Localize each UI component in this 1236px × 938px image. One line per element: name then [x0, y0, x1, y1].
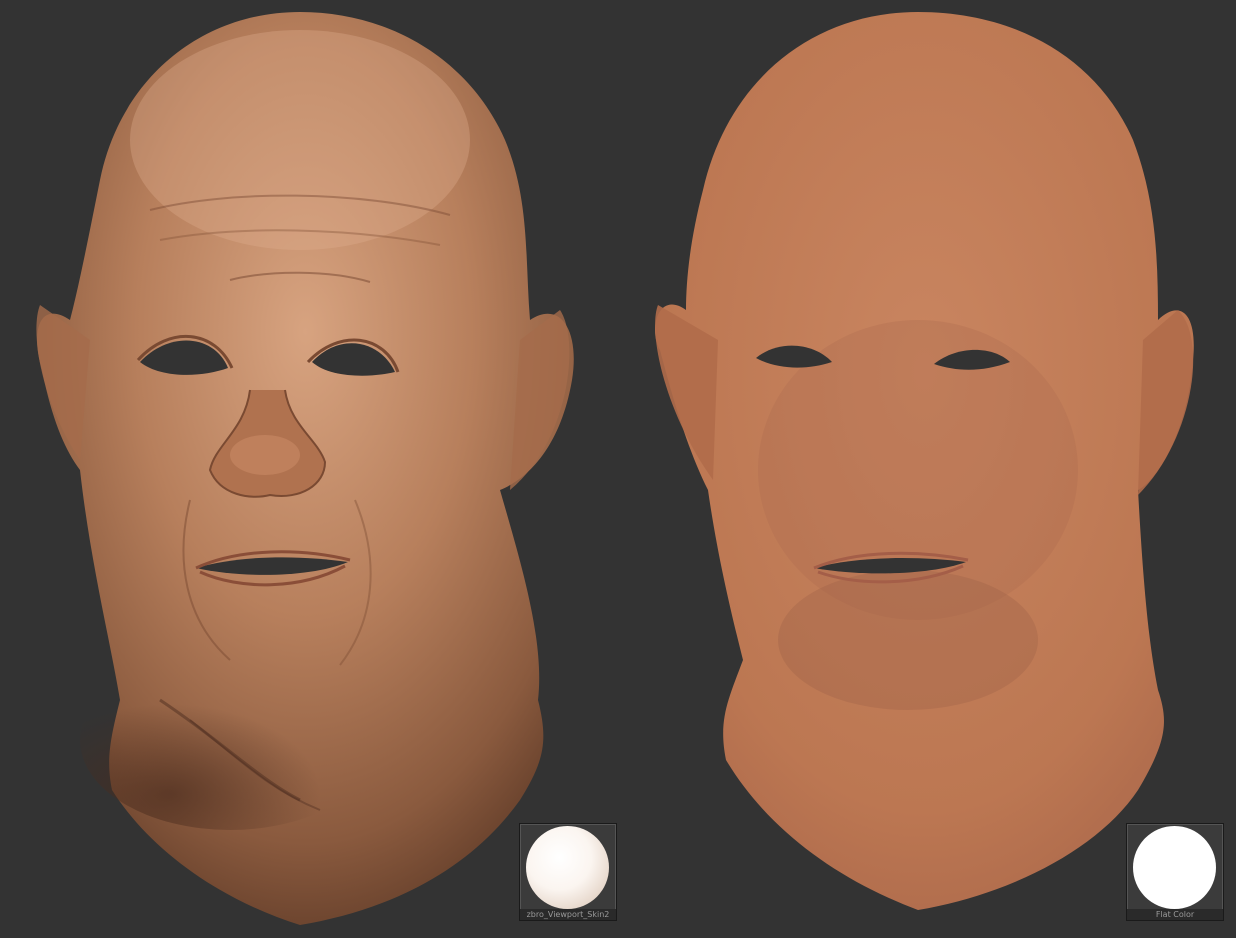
material-name-label: zbro_Viewport_Skin2 [520, 909, 616, 920]
material-preview-sphere [526, 826, 609, 909]
material-name-label: Flat Color [1127, 909, 1223, 920]
flat-color-head-render[interactable] [618, 0, 1236, 938]
material-thumbnail-skin[interactable]: zbro_Viewport_Skin2 [519, 823, 617, 921]
material-thumbnail-flat-color[interactable]: Flat Color [1126, 823, 1224, 921]
material-preview-sphere [1133, 826, 1216, 909]
sculpted-head-render[interactable] [0, 0, 618, 938]
zbrush-document-canvas[interactable]: zbro_Viewport_Skin2 Flat Color [0, 0, 1236, 938]
